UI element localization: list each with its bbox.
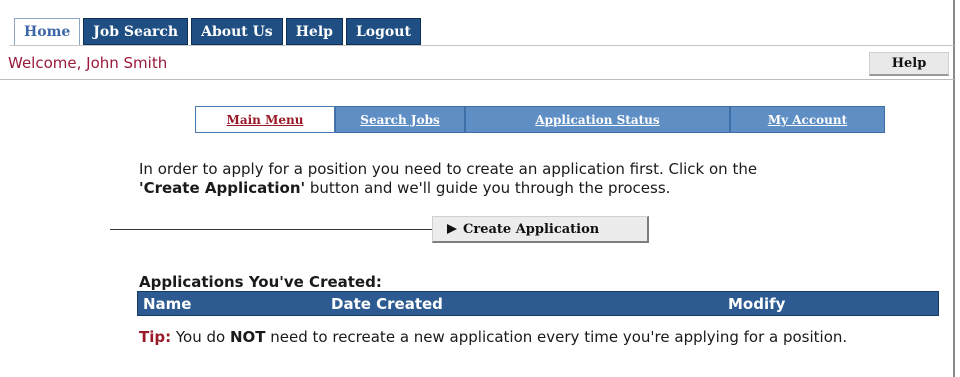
column-header-date-created: Date Created <box>331 295 443 313</box>
tab-job-search[interactable]: Job Search <box>83 18 189 45</box>
pointer-arrow-line <box>110 229 440 230</box>
tab-help[interactable]: Help <box>285 18 343 45</box>
subnav-search-jobs[interactable]: Search Jobs <box>335 106 465 133</box>
instruction-text: In order to apply for a position you nee… <box>139 160 879 198</box>
tip-text: Tip: You do NOT need to recreate a new a… <box>139 328 909 347</box>
tab-home[interactable]: Home <box>14 18 81 46</box>
instruction-bold-create-application: Create Application <box>143 179 301 197</box>
column-header-name: Name <box>143 295 192 313</box>
column-header-modify: Modify <box>728 295 786 313</box>
subnav-my-account[interactable]: My Account <box>730 106 885 133</box>
tip-label: Tip: <box>139 328 172 346</box>
instruction-line1: In order to apply for a position you nee… <box>139 160 758 178</box>
tab-logout[interactable]: Logout <box>345 18 421 45</box>
welcome-user-name: John Smith <box>86 54 168 72</box>
subnav-main-menu[interactable]: Main Menu <box>195 106 335 133</box>
tip-part2: need to recreate a new application every… <box>265 328 848 346</box>
subnav-application-status[interactable]: Application Status <box>465 106 730 133</box>
applications-title: Applications You've Created: <box>139 273 382 291</box>
header-divider <box>0 79 954 80</box>
instruction-line2: button and we'll guide you through the p… <box>305 179 671 197</box>
top-navigation: Home Job Search About Us Help Logout <box>14 18 421 46</box>
tip-bold-not: NOT <box>229 328 266 346</box>
tab-about-us[interactable]: About Us <box>191 18 283 45</box>
arrow-right-icon <box>447 224 457 234</box>
create-application-label: Create Application <box>463 221 600 237</box>
sub-navigation: Main Menu Search Jobs Application Status… <box>195 106 885 133</box>
help-button[interactable]: Help <box>869 52 949 76</box>
tip-part1: You do <box>171 328 230 346</box>
tab-divider <box>10 45 954 46</box>
welcome-message: Welcome, John Smith <box>8 54 167 72</box>
create-application-button[interactable]: Create Application <box>432 216 649 243</box>
welcome-prefix: Welcome, <box>8 54 87 72</box>
applications-table-header: Name Date Created Modify <box>137 291 939 316</box>
